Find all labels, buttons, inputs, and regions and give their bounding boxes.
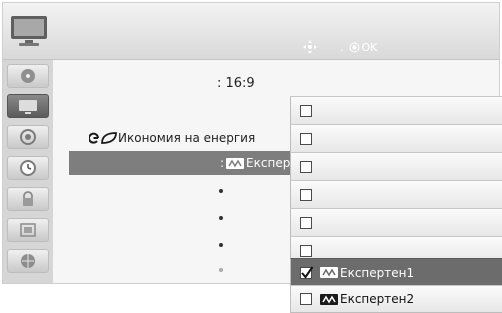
dropdown-option[interactable] bbox=[290, 96, 502, 124]
tv-icon bbox=[19, 100, 37, 114]
list-bullet bbox=[219, 189, 223, 193]
checkbox-icon bbox=[300, 104, 312, 117]
nav-hint-ok-label: OK bbox=[361, 40, 378, 54]
checkbox-icon bbox=[300, 216, 312, 229]
dropdown-option-expert2[interactable]: Експертен2 bbox=[290, 285, 502, 313]
dropdown-option[interactable] bbox=[290, 180, 502, 208]
list-bullet bbox=[219, 268, 223, 272]
dropdown-option-expert1[interactable]: Експертен1 bbox=[290, 258, 502, 286]
ok-button-icon bbox=[349, 42, 359, 52]
nav-hint: . OK bbox=[303, 39, 377, 55]
list-bullet bbox=[219, 216, 223, 220]
picture-mode-row[interactable]: : Експер bbox=[69, 151, 293, 175]
isf-expert-logo-icon bbox=[226, 157, 245, 169]
list-bullet bbox=[219, 243, 223, 247]
sidebar-item-audio[interactable] bbox=[7, 125, 49, 149]
sidebar-item-picture[interactable] bbox=[7, 94, 49, 118]
isf-expert-logo-icon bbox=[320, 293, 338, 305]
dropdown-option[interactable] bbox=[290, 124, 502, 152]
clock-icon bbox=[20, 160, 36, 176]
checkbox-checked-icon bbox=[300, 265, 314, 279]
navigation-arrows-icon bbox=[303, 40, 317, 54]
speaker-icon bbox=[20, 129, 36, 145]
eco-energy-icon bbox=[89, 132, 117, 144]
picture-mode-dropdown: Експертен1 Експертен2 bbox=[290, 96, 502, 313]
dropdown-option-label: Експертен1 bbox=[340, 265, 415, 280]
sidebar-item-lock[interactable] bbox=[7, 187, 49, 211]
checkbox-icon bbox=[300, 244, 312, 257]
sidebar-item-time[interactable] bbox=[7, 156, 49, 180]
picture-mode-colon: : bbox=[220, 156, 225, 170]
energy-saving-row[interactable]: Икономия на енергия bbox=[89, 131, 255, 145]
checkbox-icon bbox=[300, 188, 312, 201]
aspect-ratio-value: : 16:9 bbox=[217, 76, 255, 91]
disc-icon bbox=[21, 69, 35, 83]
nav-hint-dot: . bbox=[340, 40, 344, 54]
network-icon bbox=[21, 254, 35, 268]
checkbox-icon bbox=[300, 132, 312, 145]
tv-icon bbox=[11, 16, 47, 46]
sidebar-item-option[interactable] bbox=[7, 218, 49, 242]
dropdown-option-label: Експертен2 bbox=[340, 292, 415, 306]
sidebar bbox=[3, 60, 53, 283]
checkbox-icon bbox=[300, 293, 312, 305]
settings-icon bbox=[20, 223, 36, 237]
dropdown-option[interactable] bbox=[290, 208, 502, 236]
energy-saving-label: Икономия на енергия bbox=[118, 131, 256, 145]
checkbox-icon bbox=[300, 160, 312, 173]
sidebar-item-network[interactable] bbox=[7, 249, 49, 273]
picture-mode-value: Експер bbox=[246, 156, 291, 170]
lock-icon bbox=[23, 191, 33, 206]
dropdown-option[interactable] bbox=[290, 152, 502, 180]
header-bar: . OK bbox=[3, 3, 499, 60]
isf-expert-logo-icon bbox=[320, 267, 338, 278]
sidebar-item-picture-source[interactable] bbox=[7, 64, 49, 88]
